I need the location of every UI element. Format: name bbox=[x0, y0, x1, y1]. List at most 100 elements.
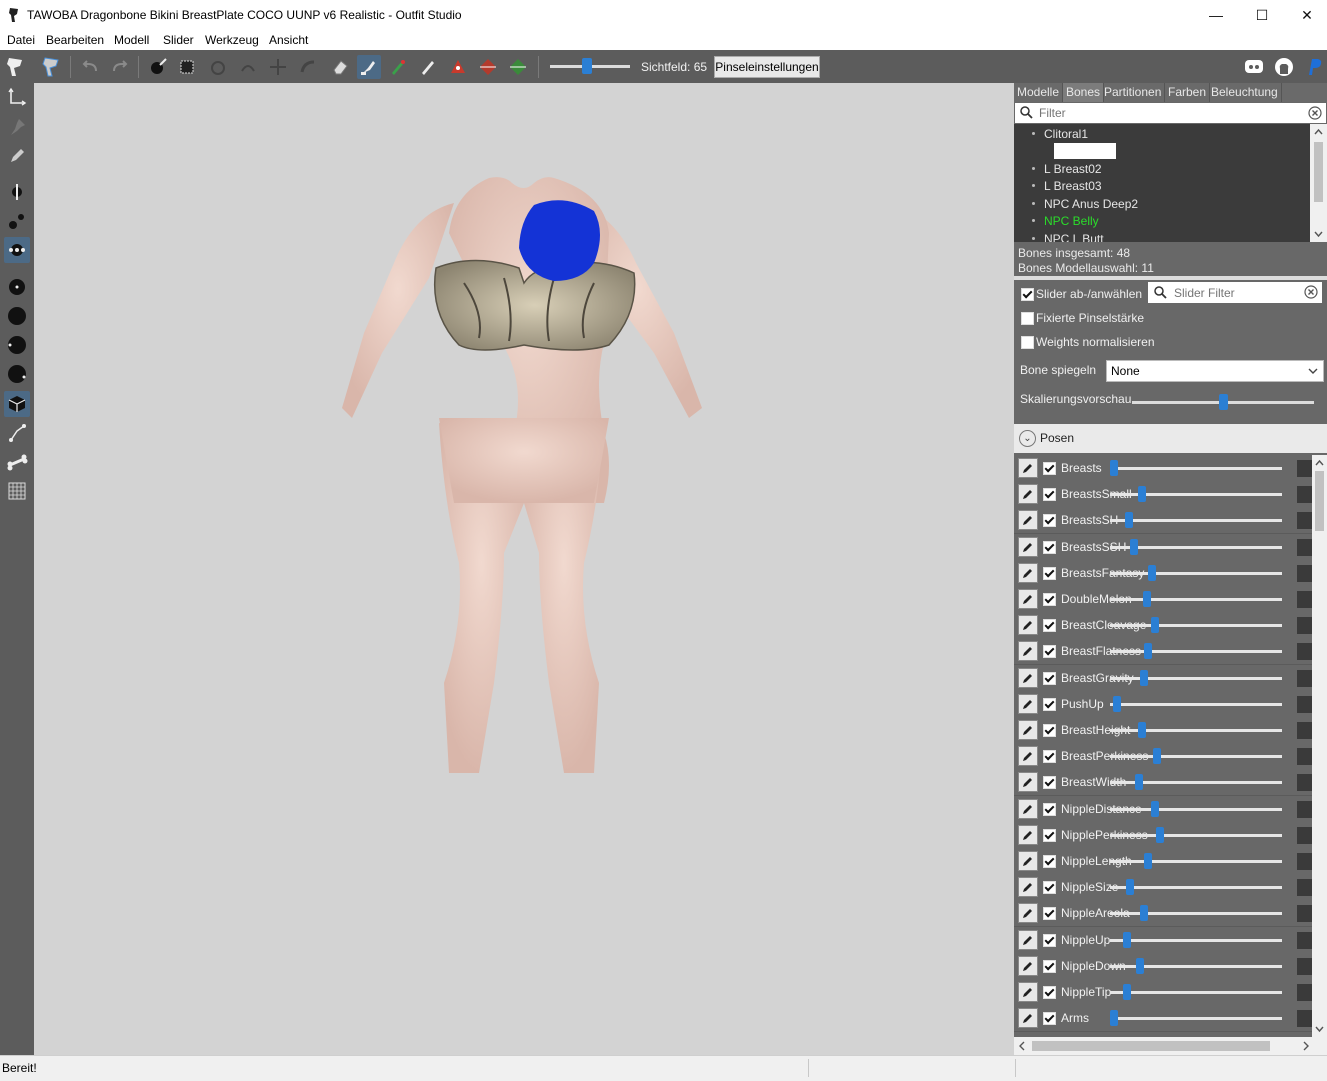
edit-slider-button[interactable] bbox=[1018, 484, 1038, 505]
slider-value-box[interactable] bbox=[1297, 748, 1312, 766]
edit-slider-button[interactable] bbox=[1018, 589, 1038, 609]
redo-button[interactable] bbox=[108, 55, 132, 79]
slider-value-box[interactable] bbox=[1297, 538, 1312, 556]
brush-size-medium[interactable] bbox=[4, 303, 30, 329]
3d-viewport[interactable] bbox=[34, 83, 1014, 1055]
slider-value-box[interactable] bbox=[1297, 774, 1312, 792]
edit-slider-button[interactable] bbox=[1018, 615, 1038, 636]
slider-thumb[interactable] bbox=[1110, 460, 1118, 476]
smooth-brush-button[interactable] bbox=[296, 55, 320, 79]
connected-tool[interactable] bbox=[4, 208, 30, 234]
edit-slider-button[interactable] bbox=[1018, 982, 1038, 1002]
slider-track[interactable] bbox=[1110, 1017, 1282, 1021]
split-edge-button[interactable] bbox=[506, 55, 530, 79]
normalize-weights-checkbox[interactable] bbox=[1021, 336, 1034, 349]
menu-werkzeug[interactable]: Werkzeug bbox=[205, 33, 259, 47]
grid-toggle[interactable] bbox=[4, 478, 30, 504]
horizontal-scroll-thumb[interactable] bbox=[1032, 1041, 1270, 1051]
slider-thumb[interactable] bbox=[1123, 931, 1132, 948]
slider-track[interactable] bbox=[1110, 519, 1282, 523]
menu-slider[interactable]: Slider bbox=[163, 33, 194, 47]
slider-checkbox[interactable] bbox=[1043, 488, 1056, 502]
edit-slider-button[interactable] bbox=[1018, 824, 1038, 845]
brush-size-large[interactable] bbox=[4, 332, 30, 358]
slider-checkbox[interactable] bbox=[1043, 671, 1056, 685]
slider-track[interactable] bbox=[1110, 991, 1282, 994]
slider-thumb[interactable] bbox=[1144, 643, 1153, 660]
bone-list-scrollbar[interactable] bbox=[1310, 124, 1327, 242]
mask-brush-button[interactable] bbox=[176, 55, 200, 79]
flip-edge-button[interactable] bbox=[476, 55, 500, 79]
field-of-view-slider-thumb[interactable] bbox=[582, 58, 592, 74]
edit-slider-button[interactable] bbox=[1018, 772, 1038, 793]
slider-value-box[interactable] bbox=[1297, 853, 1312, 870]
slider-thumb[interactable] bbox=[1124, 512, 1133, 529]
tab-farben[interactable]: Farben bbox=[1165, 83, 1211, 102]
slider-thumb[interactable] bbox=[1126, 879, 1135, 896]
edit-slider-button[interactable] bbox=[1018, 641, 1038, 662]
menu-ansicht[interactable]: Ansicht bbox=[269, 33, 308, 47]
slider-thumb[interactable] bbox=[1129, 538, 1138, 555]
slider-list-scroll-thumb[interactable] bbox=[1315, 471, 1324, 531]
slider-track[interactable] bbox=[1110, 650, 1282, 654]
tab-beleuchtung[interactable]: Beleuchtung bbox=[1208, 83, 1282, 102]
slider-track[interactable] bbox=[1110, 833, 1282, 837]
weight-brush-button[interactable] bbox=[357, 55, 381, 79]
tab-partitionen[interactable]: Partitionen bbox=[1101, 83, 1166, 102]
slider-checkbox[interactable] bbox=[1043, 514, 1056, 528]
tab-bones[interactable]: Bones bbox=[1063, 83, 1105, 102]
edit-slider-button[interactable] bbox=[1018, 562, 1038, 583]
slider-value-box[interactable] bbox=[1297, 879, 1312, 897]
slider-filter-input[interactable] bbox=[1172, 284, 1301, 302]
fixed-brush-checkbox[interactable] bbox=[1021, 312, 1034, 325]
edit-slider-button[interactable] bbox=[1018, 798, 1038, 819]
slider-track[interactable] bbox=[1110, 807, 1282, 811]
slider-thumb[interactable] bbox=[1152, 748, 1161, 765]
slider-value-box[interactable] bbox=[1297, 695, 1312, 713]
slider-thumb[interactable] bbox=[1144, 853, 1153, 869]
slider-value-box[interactable] bbox=[1297, 957, 1312, 975]
slider-value-box[interactable] bbox=[1297, 591, 1312, 608]
clear-filter-icon[interactable] bbox=[1308, 106, 1322, 120]
edit-slider-button[interactable] bbox=[1018, 955, 1038, 976]
slider-track[interactable] bbox=[1110, 886, 1282, 890]
slider-value-box[interactable] bbox=[1297, 931, 1312, 949]
menu-datei[interactable]: Datei bbox=[7, 33, 35, 47]
global-brush-tool[interactable] bbox=[4, 237, 30, 263]
edit-slider-button[interactable] bbox=[1018, 877, 1038, 898]
slider-value-box[interactable] bbox=[1297, 984, 1312, 1001]
paypal-button[interactable] bbox=[1302, 55, 1326, 79]
edit-slider-button[interactable] bbox=[1018, 510, 1038, 531]
slider-thumb[interactable] bbox=[1151, 800, 1159, 817]
slider-thumb[interactable] bbox=[1147, 564, 1156, 581]
undo-button[interactable] bbox=[78, 55, 102, 79]
slider-thumb[interactable] bbox=[1139, 669, 1148, 686]
brush-size-small[interactable] bbox=[4, 274, 30, 300]
brush-settings-button[interactable]: Pinseleinstellungen bbox=[714, 56, 820, 78]
slider-value-box[interactable] bbox=[1297, 800, 1312, 818]
clear-filter-icon[interactable] bbox=[1304, 285, 1318, 299]
undiff-brush-button[interactable] bbox=[328, 55, 352, 79]
slider-checkbox[interactable] bbox=[1043, 855, 1056, 868]
slider-track[interactable] bbox=[1110, 624, 1282, 628]
bone-item[interactable]: NPC Belly bbox=[1032, 213, 1099, 229]
slider-checkbox[interactable] bbox=[1043, 724, 1056, 737]
slider-checkbox[interactable] bbox=[1043, 959, 1056, 973]
slider-value-box[interactable] bbox=[1297, 905, 1312, 923]
slider-value-box[interactable] bbox=[1297, 617, 1312, 635]
slider-track[interactable] bbox=[1110, 676, 1282, 680]
collapse-vertex-button[interactable] bbox=[446, 55, 470, 79]
slider-checkbox[interactable] bbox=[1043, 828, 1056, 842]
slider-value-box[interactable] bbox=[1297, 460, 1312, 477]
translate-axis-tool[interactable] bbox=[4, 84, 30, 110]
edit-tool[interactable] bbox=[4, 143, 30, 169]
slider-checkbox[interactable] bbox=[1043, 645, 1056, 659]
slider-track[interactable] bbox=[1110, 702, 1282, 706]
slider-checkbox[interactable] bbox=[1043, 697, 1056, 711]
slider-checkbox[interactable] bbox=[1043, 619, 1056, 633]
slider-track[interactable] bbox=[1110, 571, 1282, 575]
tab-modelle[interactable]: Modelle bbox=[1014, 83, 1064, 102]
slider-thumb[interactable] bbox=[1113, 695, 1122, 712]
transform-tool-button[interactable] bbox=[40, 55, 64, 79]
poses-section-header[interactable]: ⌄ Posen bbox=[1014, 424, 1327, 453]
